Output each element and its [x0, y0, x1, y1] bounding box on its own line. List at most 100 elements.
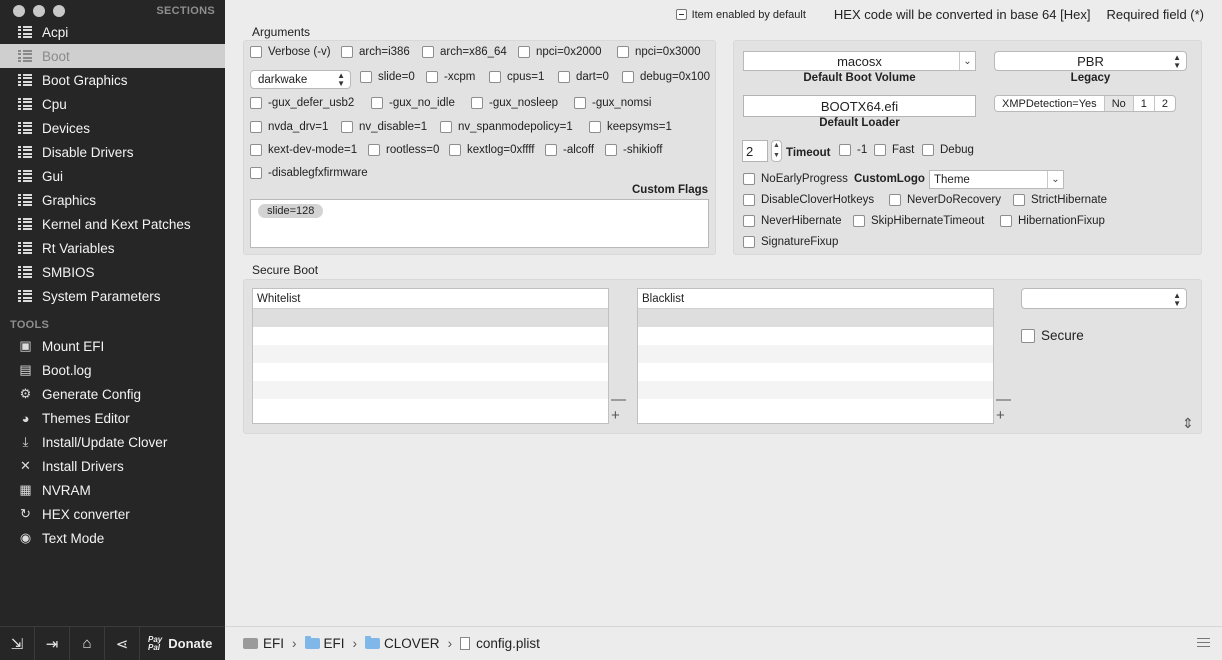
checkbox[interactable] [743, 215, 755, 227]
blacklist-add-button[interactable]: + [996, 408, 1005, 423]
checkbox[interactable] [250, 97, 262, 109]
checkbox[interactable] [250, 46, 262, 58]
flag-nv-spanmodepolicy[interactable]: nv_spanmodepolicy=1 [440, 121, 573, 133]
checkbox[interactable] [489, 71, 501, 83]
chevron-down-icon[interactable]: ⌄ [1047, 171, 1063, 188]
sidebar-item-graphics[interactable]: Graphics [0, 188, 225, 212]
hibernation-fixup[interactable]: HibernationFixup [1000, 215, 1105, 227]
menu-lines-icon[interactable] [1197, 638, 1210, 650]
checkbox[interactable] [743, 194, 755, 206]
table-row[interactable] [638, 345, 993, 363]
signature-fixup[interactable]: SignatureFixup [743, 236, 838, 248]
table-row[interactable] [253, 327, 608, 345]
checkbox[interactable] [1000, 215, 1012, 227]
table-row[interactable] [253, 345, 608, 363]
tool-item-nvram[interactable]: ▦ NVRAM [0, 478, 225, 502]
table-row[interactable] [638, 327, 993, 345]
checkbox[interactable] [839, 144, 851, 156]
checkbox[interactable] [426, 71, 438, 83]
secure-checkbox[interactable]: Secure [1021, 328, 1084, 343]
checkbox[interactable] [250, 167, 262, 179]
sidebar-item-gui[interactable]: Gui [0, 164, 225, 188]
table-row[interactable] [638, 363, 993, 381]
checkbox[interactable] [471, 97, 483, 109]
whitelist-add-button[interactable]: + [611, 408, 620, 423]
minimize-window-button[interactable] [33, 5, 45, 17]
timeout-minus-one[interactable]: -1 [839, 144, 867, 156]
checkbox[interactable] [250, 121, 262, 133]
tool-item-mount-efi[interactable]: ▣ Mount EFI [0, 334, 225, 358]
flag-gux-nomsi[interactable]: -gux_nomsi [574, 97, 651, 109]
checkbox[interactable] [574, 97, 586, 109]
tool-item-themes-editor[interactable]: ◕ Themes Editor [0, 406, 225, 430]
table-row[interactable] [253, 363, 608, 381]
sidebar-item-acpi[interactable]: Acpi [0, 20, 225, 44]
custom-logo-combo[interactable]: Theme ⌄ [929, 170, 1064, 189]
crumb-config-file[interactable]: config.plist [460, 636, 540, 651]
checkbox[interactable] [922, 144, 934, 156]
flag-keepsyms[interactable]: keepsyms=1 [589, 121, 672, 133]
darkwake-select[interactable]: darkwake ▲ ▼ [250, 70, 351, 89]
checkbox[interactable] [605, 144, 617, 156]
checkbox[interactable] [743, 236, 755, 248]
checkbox[interactable] [617, 46, 629, 58]
strict-hibernate[interactable]: StrictHibernate [1013, 194, 1107, 206]
xmp-segment-yes[interactable]: XMPDetection=Yes [995, 96, 1105, 111]
crumb-efi-disk[interactable]: EFI [243, 636, 284, 651]
checkbox[interactable] [1013, 194, 1025, 206]
checkbox[interactable] [371, 97, 383, 109]
never-hibernate[interactable]: NeverHibernate [743, 215, 842, 227]
table-row[interactable] [253, 309, 608, 327]
flag-npci-3000[interactable]: npci=0x3000 [617, 46, 701, 58]
checkbox[interactable] [341, 121, 353, 133]
tool-item-generate-config[interactable]: ⚙ Generate Config [0, 382, 225, 406]
sidebar-item-rt-variables[interactable]: Rt Variables [0, 236, 225, 260]
no-early-progress[interactable]: NoEarlyProgress [743, 173, 848, 185]
flag-kext-dev-mode[interactable]: kext-dev-mode=1 [250, 144, 357, 156]
disable-clover-hotkeys[interactable]: DisableCloverHotkeys [743, 194, 874, 206]
flag-xcpm[interactable]: -xcpm [426, 71, 475, 83]
sidebar-item-disable-drivers[interactable]: Disable Drivers [0, 140, 225, 164]
checkbox[interactable] [449, 144, 461, 156]
chevron-down-icon[interactable]: ⌄ [959, 52, 975, 70]
flag-arch-i386[interactable]: arch=i386 [341, 46, 410, 58]
checkbox[interactable] [889, 194, 901, 206]
flag-debug-100[interactable]: debug=0x100 [622, 71, 710, 83]
skip-hibernate-timeout[interactable]: SkipHibernateTimeout [853, 215, 984, 227]
checkbox[interactable] [341, 46, 353, 58]
checkbox[interactable] [743, 173, 755, 185]
tool-item-text-mode[interactable]: ◉ Text Mode [0, 526, 225, 550]
checkbox[interactable] [250, 144, 262, 156]
debug-checkbox[interactable]: Debug [922, 144, 974, 156]
flag-rootless[interactable]: rootless=0 [368, 144, 439, 156]
export-button[interactable]: ⇥ [35, 626, 70, 660]
checkbox[interactable] [360, 71, 372, 83]
checkbox[interactable] [853, 215, 865, 227]
checkbox[interactable] [558, 71, 570, 83]
checkbox[interactable] [874, 144, 886, 156]
flag-npci-2000[interactable]: npci=0x2000 [518, 46, 602, 58]
sidebar-item-devices[interactable]: Devices [0, 116, 225, 140]
checkbox[interactable] [622, 71, 634, 83]
tool-item-hex-converter[interactable]: ↻ HEX converter [0, 502, 225, 526]
secure-boot-policy-select[interactable]: ▲ ▼ [1021, 288, 1187, 309]
crumb-clover-folder[interactable]: CLOVER [365, 636, 440, 651]
never-do-recovery[interactable]: NeverDoRecovery [889, 194, 1001, 206]
timeout-stepper[interactable]: ▲ ▼ [771, 140, 782, 162]
donate-button[interactable]: Pay Pal Donate [140, 635, 212, 652]
checkbox[interactable] [368, 144, 380, 156]
whitelist-remove-button[interactable]: — [611, 392, 626, 407]
flag-disablegfxfirmware[interactable]: -disablegfxfirmware [250, 167, 368, 179]
flag-verbose[interactable]: Verbose (-v) [250, 46, 331, 58]
checkbox[interactable] [545, 144, 557, 156]
sidebar-item-smbios[interactable]: SMBIOS [0, 260, 225, 284]
import-button[interactable]: ⇲ [0, 626, 35, 660]
table-row[interactable] [638, 309, 993, 327]
zoom-window-button[interactable] [53, 5, 65, 17]
flag-alcoff[interactable]: -alcoff [545, 144, 594, 156]
fast-checkbox[interactable]: Fast [874, 144, 914, 156]
flag-cpus-1[interactable]: cpus=1 [489, 71, 544, 83]
checkbox[interactable] [518, 46, 530, 58]
resize-handle-icon[interactable]: ⇕ [1182, 416, 1194, 430]
sidebar-item-cpu[interactable]: Cpu [0, 92, 225, 116]
